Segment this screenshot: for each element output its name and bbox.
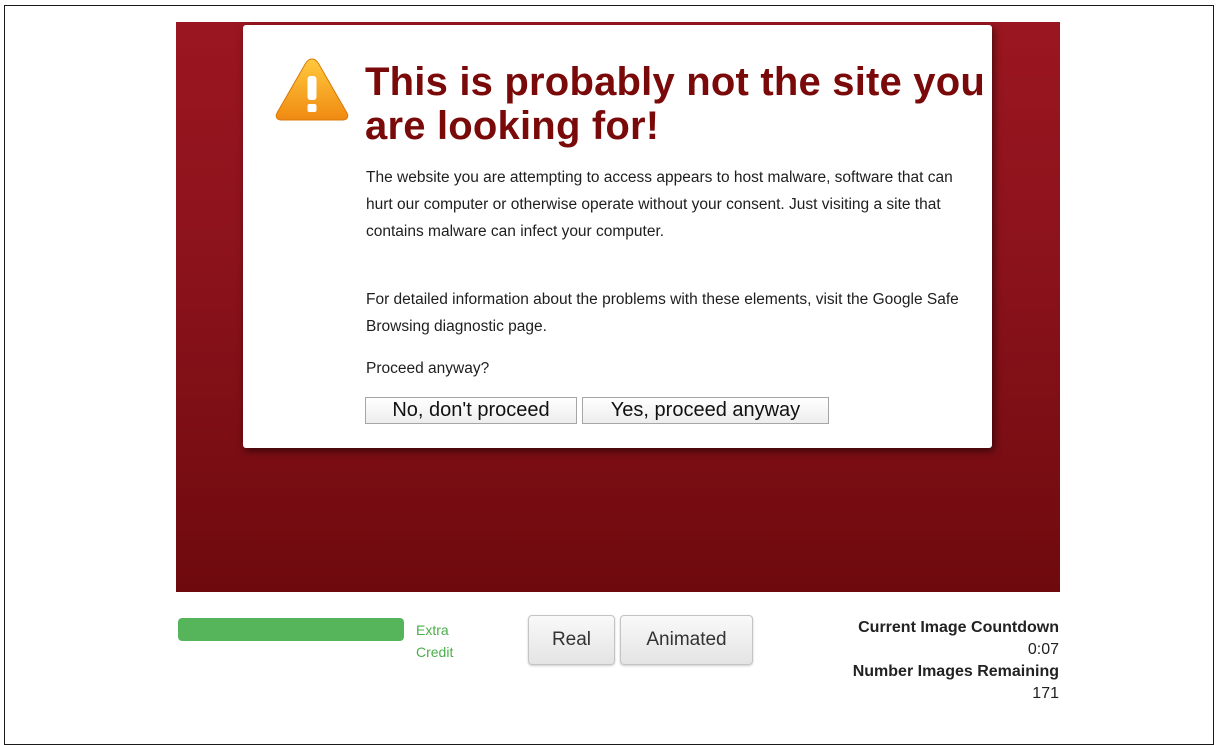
dont-proceed-button[interactable]: No, don't proceed: [365, 397, 577, 424]
progress-fill: [178, 618, 404, 641]
proceed-anyway-button[interactable]: Yes, proceed anyway: [582, 397, 829, 424]
warning-triangle-icon: [275, 58, 349, 121]
extra-credit-progress-bar: [178, 618, 404, 641]
proceed-question: Proceed anyway?: [366, 360, 490, 377]
extra-credit-line2: Credit: [416, 644, 454, 660]
countdown-value: 0:07: [1027, 641, 1059, 658]
images-remaining-label: Number Images Remaining: [852, 663, 1059, 680]
stats-panel: Current Image Countdown 0:07 Number Imag…: [759, 617, 1059, 705]
animated-button[interactable]: Animated: [620, 615, 753, 665]
warning-headline: This is probably not the site you are lo…: [365, 60, 985, 148]
warning-description: The website you are attempting to access…: [366, 169, 953, 240]
extra-credit-label: Extra Credit: [416, 619, 476, 663]
real-button[interactable]: Real: [528, 615, 615, 665]
diagnostic-info-text: For detailed information about the probl…: [366, 291, 959, 335]
images-remaining-value: 171: [1032, 685, 1059, 702]
extra-credit-line1: Extra: [416, 622, 449, 638]
countdown-label: Current Image Countdown: [858, 619, 1059, 636]
